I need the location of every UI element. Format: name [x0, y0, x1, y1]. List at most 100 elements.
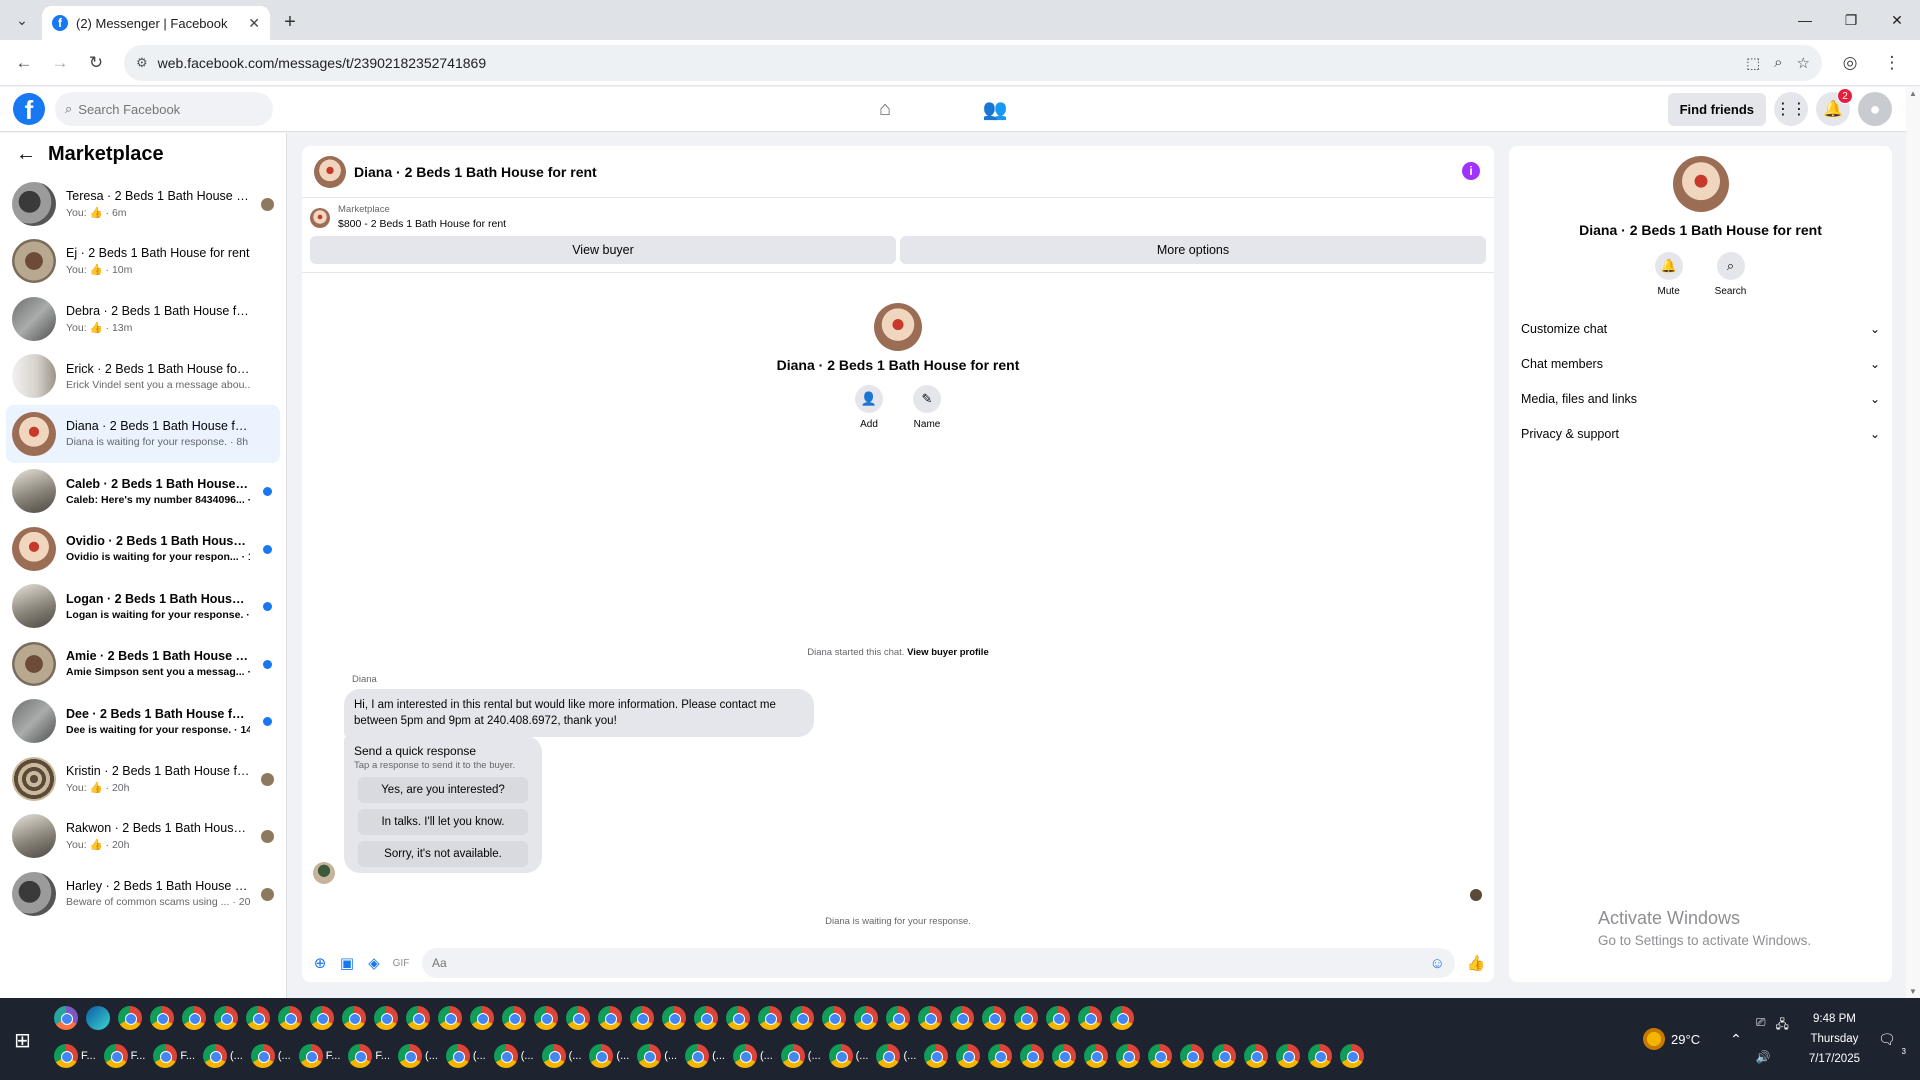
page-scrollbar[interactable]: ▲ ▼ — [1906, 87, 1920, 998]
conversation-item[interactable]: Diana · 2 Beds 1 Bath House for rent Dian… — [6, 405, 280, 463]
conversation-item[interactable]: Caleb · 2 Beds 1 Bath House for r... Cale… — [6, 463, 280, 521]
chrome-app-icon[interactable] — [1020, 1044, 1045, 1068]
find-friends-button[interactable]: Find friends — [1667, 92, 1766, 126]
friends-icon[interactable]: 👥 — [970, 97, 1020, 122]
edge-app-icon[interactable] — [86, 1006, 110, 1030]
chrome-app-icon[interactable] — [1116, 1044, 1141, 1068]
facebook-logo-icon[interactable]: f — [13, 93, 45, 125]
chrome-app-icon[interactable] — [1046, 1006, 1070, 1030]
pen-icon[interactable]: ⎚ — [1756, 1015, 1766, 1036]
chrome-app-icon[interactable] — [1014, 1006, 1038, 1030]
chrome-app-icon[interactable] — [924, 1044, 949, 1068]
chrome-app-icon[interactable] — [726, 1006, 750, 1030]
photo-icon[interactable]: ▣ — [337, 953, 357, 973]
conversation-title[interactable]: Diana · 2 Beds 1 Bath House for rent — [354, 164, 597, 180]
chrome-app-icon[interactable] — [118, 1006, 142, 1030]
chrome-app-icon[interactable] — [758, 1006, 782, 1030]
chrome-app-icon[interactable] — [534, 1006, 558, 1030]
chrome-app-icon[interactable] — [918, 1006, 942, 1030]
zoom-icon[interactable]: ⌕ — [1774, 54, 1782, 72]
bookmark-star-icon[interactable]: ☆ — [1797, 54, 1810, 72]
taskbar-window-button[interactable]: (... — [876, 1044, 916, 1068]
taskbar-window-button[interactable]: (... — [398, 1044, 438, 1068]
taskbar-window-button[interactable]: F... — [103, 1044, 145, 1068]
gif-icon[interactable]: GIF — [391, 953, 411, 973]
reload-icon[interactable]: ↻ — [80, 47, 112, 79]
taskbar-window-button[interactable]: F... — [298, 1044, 340, 1068]
taskbar-window-button[interactable]: F... — [54, 1044, 96, 1068]
conversation-item[interactable]: Rakwon · 2 Beds 1 Bath House f... You: 👍 … — [6, 808, 280, 866]
emoji-icon[interactable]: ☺ — [1430, 955, 1445, 972]
notifications-bell-icon[interactable]: 🔔 2 — [1816, 88, 1853, 126]
chrome-app-icon[interactable] — [1212, 1044, 1237, 1068]
chrome-app-icon[interactable] — [1180, 1044, 1205, 1068]
browser-tab[interactable]: f (2) Messenger | Facebook ✕ — [42, 6, 270, 40]
chrome-app-icon[interactable] — [182, 1006, 206, 1030]
scroll-up-icon[interactable]: ▲ — [1909, 89, 1917, 98]
chrome-app-icon[interactable] — [988, 1044, 1013, 1068]
chrome-app-icon[interactable] — [694, 1006, 718, 1030]
facebook-search-input[interactable] — [78, 101, 249, 117]
tray-expand-icon[interactable]: ⌃ — [1730, 1031, 1742, 1048]
chrome-app-icon[interactable] — [1084, 1044, 1109, 1068]
view-buyer-button[interactable]: View buyer — [310, 236, 896, 264]
conversation-item[interactable]: Amie · 2 Beds 1 Bath House for r... Amie … — [6, 635, 280, 693]
section-chat-members[interactable]: Chat members ⌄ — [1509, 346, 1892, 381]
site-info-icon[interactable]: ⚙ — [136, 55, 148, 71]
close-window-icon[interactable]: ✕ — [1874, 0, 1920, 40]
quick-reply-not-available[interactable]: Sorry, it's not available. — [358, 841, 528, 867]
chrome-app-icon[interactable] — [566, 1006, 590, 1030]
restore-icon[interactable]: ❐ — [1828, 0, 1874, 40]
taskbar-window-button[interactable]: (... — [780, 1044, 821, 1068]
taskbar-window-button[interactable]: F... — [348, 1044, 390, 1068]
chrome-app-icon[interactable] — [630, 1006, 654, 1030]
conversation-item[interactable]: Ovidio · 2 Beds 1 Bath House for ... Ovid… — [6, 520, 280, 578]
chrome-app-icon[interactable] — [790, 1006, 814, 1030]
chrome-app-icon[interactable] — [438, 1006, 462, 1030]
chrome-app-icon[interactable] — [1078, 1006, 1102, 1030]
chrome-app-icon[interactable] — [1276, 1044, 1301, 1068]
forward-icon[interactable]: → — [44, 47, 76, 79]
chrome-app-icon[interactable] — [1148, 1044, 1173, 1068]
chrome-app-icon[interactable] — [406, 1006, 430, 1030]
thumbs-up-icon[interactable]: 👍 — [1466, 953, 1486, 973]
chrome-app-icon[interactable] — [662, 1006, 686, 1030]
view-buyer-profile-link[interactable]: View buyer profile — [907, 647, 989, 658]
taskbar-window-button[interactable]: (... — [637, 1044, 677, 1068]
mute-button[interactable]: 🔔 Mute — [1654, 252, 1683, 297]
chrome-app-icon[interactable] — [854, 1006, 878, 1030]
minimize-icon[interactable]: — — [1782, 0, 1828, 40]
chrome-app-icon[interactable] — [598, 1006, 622, 1030]
conversation-item[interactable]: Dee · 2 Beds 1 Bath House for rent Dee is… — [6, 693, 280, 751]
conversation-item[interactable]: Teresa · 2 Beds 1 Bath House for... You: … — [6, 175, 280, 233]
chrome-app-icon[interactable] — [886, 1006, 910, 1030]
scroll-down-icon[interactable]: ▼ — [1909, 987, 1917, 996]
browser-menu-icon[interactable]: ⋮ — [1876, 47, 1908, 79]
sticker-icon[interactable]: ◈ — [364, 953, 384, 973]
back-arrow-icon[interactable]: ← — [16, 143, 36, 166]
facebook-search[interactable]: ⌕ — [55, 92, 273, 126]
message-input[interactable] — [432, 956, 1430, 970]
taskbar-window-button[interactable]: (... — [541, 1044, 581, 1068]
listing-summary[interactable]: Marketplace $800 - 2 Beds 1 Bath House f… — [302, 198, 1494, 230]
back-icon[interactable]: ← — [8, 47, 40, 79]
chrome-app-icon[interactable] — [1110, 1006, 1134, 1030]
chrome-app-icon[interactable] — [1308, 1044, 1333, 1068]
tab-search-icon[interactable]: ⌄ — [6, 4, 38, 36]
conversation-item[interactable]: Erick · 2 Beds 1 Bath House for rent Eric… — [6, 348, 280, 406]
address-bar[interactable]: ⚙ web.facebook.com/messages/t/2390218235… — [124, 44, 1822, 81]
chrome-app-icon[interactable] — [214, 1006, 238, 1030]
info-icon[interactable]: i — [1462, 162, 1480, 180]
copilot-app-icon[interactable] — [54, 1006, 78, 1030]
section-customize-chat[interactable]: Customize chat ⌄ — [1509, 311, 1892, 346]
search-chat-button[interactable]: ⌕ Search — [1715, 252, 1746, 297]
chrome-app-icon[interactable] — [374, 1006, 398, 1030]
taskbar-window-button[interactable]: (... — [589, 1044, 629, 1068]
network-icon[interactable]: 🖧 — [1775, 1015, 1788, 1036]
weather-widget[interactable]: 29°C — [1643, 1028, 1700, 1050]
message-input-box[interactable]: ☺ — [422, 948, 1455, 978]
quick-reply-yes[interactable]: Yes, are you interested? — [358, 777, 528, 803]
home-icon[interactable]: ⌂ — [860, 98, 910, 121]
name-chat-button[interactable]: ✎ Name — [913, 385, 941, 430]
chrome-app-icon[interactable] — [956, 1044, 981, 1068]
